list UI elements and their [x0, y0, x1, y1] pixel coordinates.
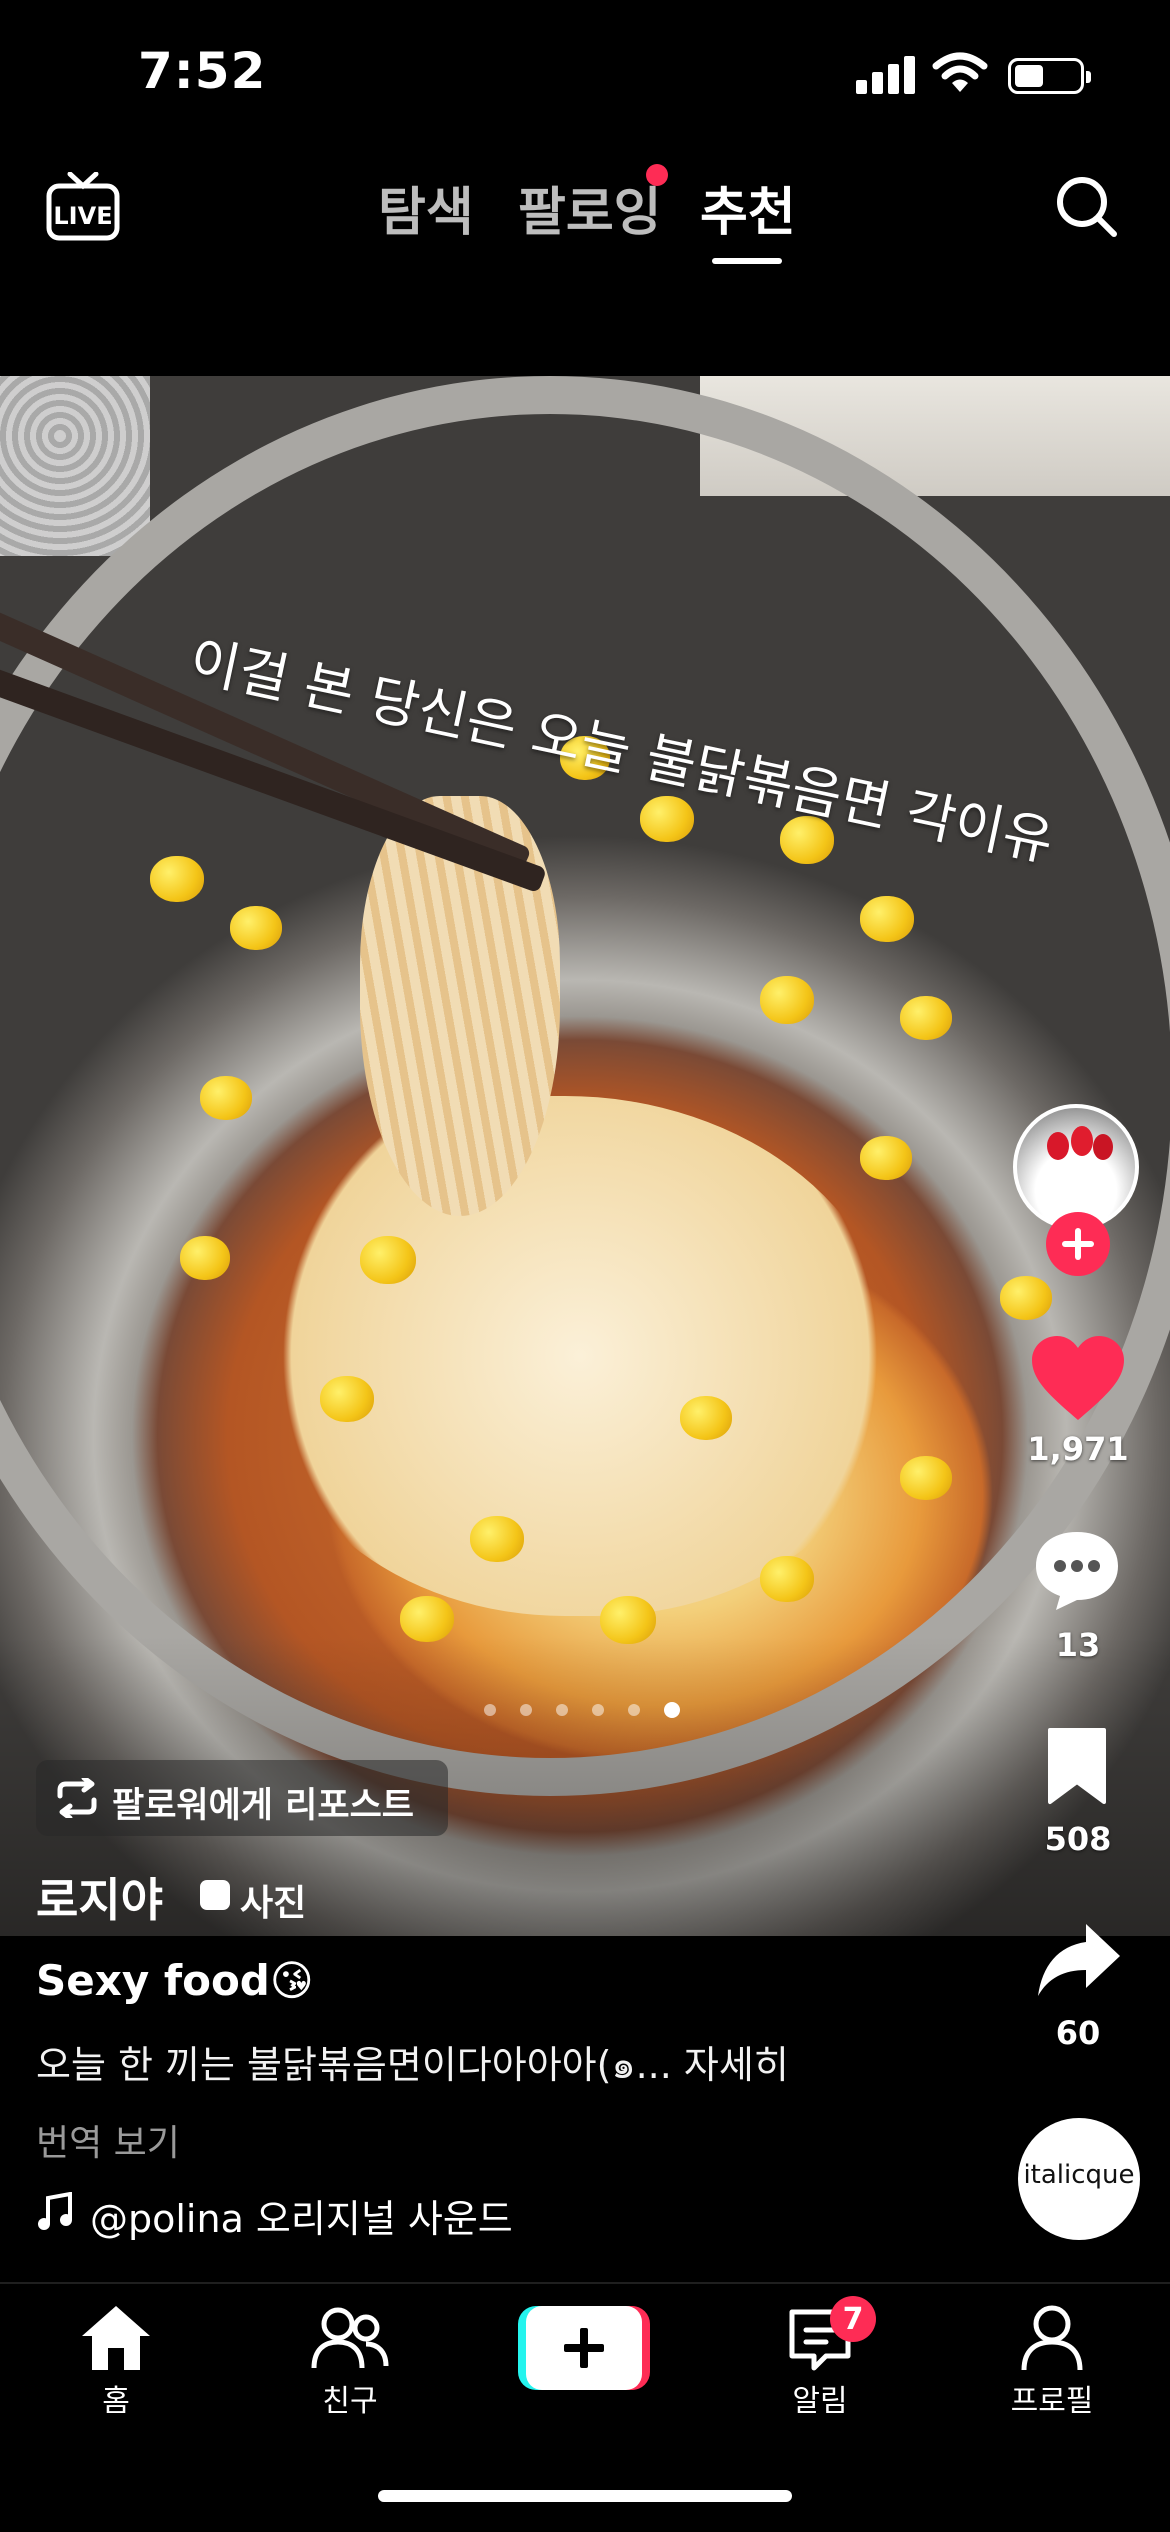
- bottom-nav-divider: [0, 2282, 1170, 2284]
- nav-friends-label: 친구: [322, 2384, 378, 2419]
- carousel-dot: [520, 1704, 532, 1716]
- photo-stack-icon: [200, 1880, 230, 1910]
- battery-icon: [1008, 58, 1091, 94]
- tab-for-you[interactable]: 추천: [700, 170, 796, 245]
- profile-icon: [1021, 2305, 1083, 2371]
- home-indicator: [378, 2490, 792, 2502]
- shares-count: 60: [1055, 2014, 1101, 2052]
- repost-icon: [57, 1778, 97, 1818]
- repost-label: 팔로워에게 리포스트: [112, 1786, 414, 1826]
- tab-explore[interactable]: 탐색: [378, 170, 474, 245]
- live-button[interactable]: LIVE: [46, 171, 120, 242]
- live-label: LIVE: [53, 202, 113, 230]
- repost-button[interactable]: 팔로워에게 리포스트: [36, 1760, 448, 1836]
- likes-count: 1,971: [1027, 1430, 1129, 1468]
- status-time: 7:52: [138, 42, 267, 100]
- carousel-dot-active: [664, 1702, 680, 1718]
- saves-count: 508: [1044, 1820, 1112, 1858]
- tab-active-underline: [712, 258, 782, 264]
- bookmark-icon[interactable]: [1044, 1726, 1110, 1806]
- post-description[interactable]: 오늘 한 끼는 불닭볶음면이다아아아(๑... 자세히: [36, 2034, 936, 2095]
- share-arrow-icon[interactable]: [1034, 1920, 1124, 2000]
- post-title: Sexy food😘: [36, 1956, 314, 2005]
- sound-disc[interactable]: italicque: [1018, 2118, 1140, 2240]
- carousel-dots: [484, 1702, 684, 1718]
- music-note-icon: [38, 2192, 72, 2230]
- carousel-dot: [628, 1704, 640, 1716]
- search-icon[interactable]: [1052, 172, 1122, 242]
- comment-bubble-icon[interactable]: [1032, 1528, 1122, 1612]
- author-name[interactable]: 로지야: [36, 1864, 163, 1930]
- media-type-label: 사진: [240, 1883, 307, 1924]
- sound-disc-label: italicque: [1023, 2160, 1135, 2190]
- nav-profile-label: 프로필: [1010, 2384, 1094, 2419]
- carousel-dot: [592, 1704, 604, 1716]
- nav-inbox-label: 알림: [792, 2384, 848, 2419]
- inbox-badge: 7: [830, 2296, 876, 2342]
- carousel-dot: [484, 1704, 496, 1716]
- inbox-badge-count: 7: [842, 2302, 864, 2337]
- comments-count: 13: [1055, 1626, 1101, 1664]
- sound-label: @polina 오리지널 사운드: [90, 2197, 513, 2241]
- like-heart-icon[interactable]: [1030, 1336, 1126, 1422]
- carousel-dot: [556, 1704, 568, 1716]
- friends-icon: [311, 2307, 389, 2369]
- create-post-button[interactable]: [518, 2306, 650, 2390]
- home-icon: [82, 2306, 150, 2370]
- nav-home-label: 홈: [102, 2384, 130, 2419]
- tab-following[interactable]: 팔로잉: [518, 170, 662, 245]
- cellular-signal-icon: [856, 54, 916, 94]
- wifi-icon: [932, 52, 988, 92]
- follow-button[interactable]: [1046, 1212, 1110, 1276]
- following-badge-dot: [646, 164, 668, 186]
- translate-link[interactable]: 번역 보기: [36, 2114, 180, 2166]
